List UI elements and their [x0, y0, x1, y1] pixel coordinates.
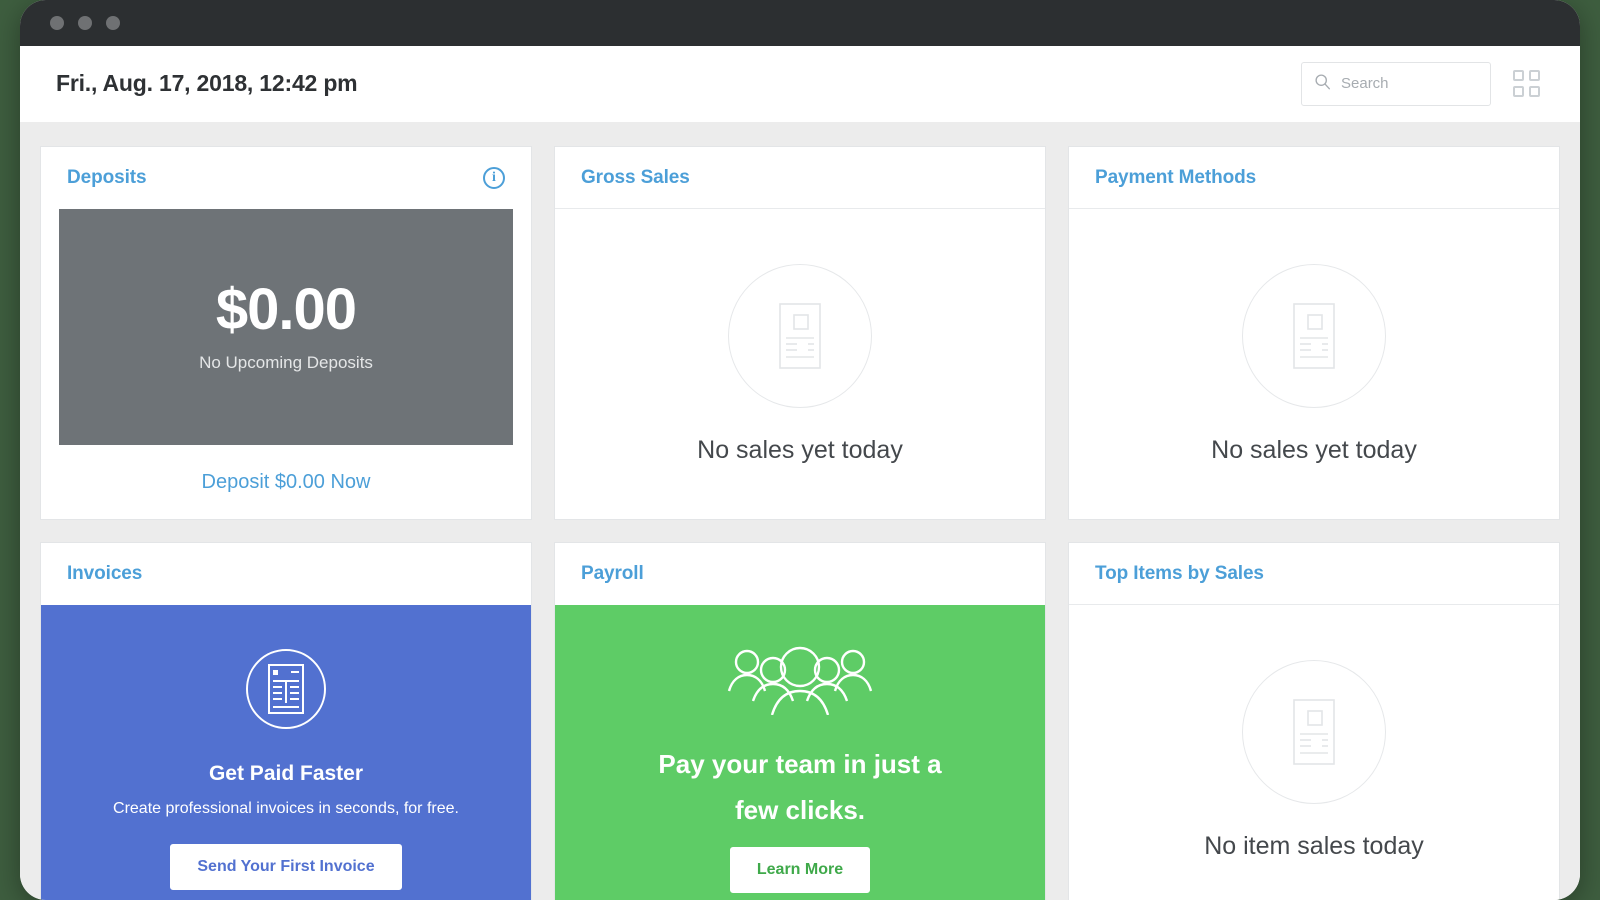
card-title-deposits: Deposits	[67, 167, 146, 189]
empty-state-text: No sales yet today	[1211, 436, 1417, 465]
window-titlebar	[20, 0, 1580, 46]
current-datetime: Fri., Aug. 17, 2018, 12:42 pm	[56, 70, 357, 97]
card-payment-methods: Payment Methods	[1068, 146, 1560, 520]
app-header: Fri., Aug. 17, 2018, 12:42 pm	[20, 46, 1580, 122]
search-box[interactable]	[1301, 62, 1491, 106]
deposit-footer: Deposit $0.00 Now	[41, 445, 531, 519]
search-input[interactable]	[1341, 75, 1478, 92]
invoices-promo-subtitle: Create professional invoices in seconds,…	[113, 800, 459, 818]
invoices-promo: Get Paid Faster Create professional invo…	[41, 605, 531, 900]
empty-state-text: No item sales today	[1204, 832, 1424, 861]
card-title-top-items: Top Items by Sales	[1095, 563, 1264, 585]
card-payroll: Payroll	[554, 542, 1046, 900]
search-icon	[1314, 73, 1331, 95]
grid-cell	[1513, 86, 1524, 97]
card-invoices: Invoices	[40, 542, 532, 900]
receipt-document-icon	[728, 264, 872, 408]
dashboard-grid: Deposits i $0.00 No Upcoming Deposits De…	[20, 122, 1580, 900]
payroll-promo-title: Pay your team in just a few clicks.	[640, 742, 960, 833]
empty-state-text: No sales yet today	[697, 436, 903, 465]
card-top-items-by-sales: Top Items by Sales	[1068, 542, 1560, 900]
invoices-promo-title: Get Paid Faster	[209, 762, 363, 786]
grid-cell	[1529, 70, 1540, 81]
card-body: No sales yet today	[1069, 209, 1559, 519]
card-title-payroll: Payroll	[581, 563, 644, 585]
receipt-document-icon	[1242, 660, 1386, 804]
card-title-invoices: Invoices	[67, 563, 142, 585]
card-header: Invoices	[41, 543, 531, 605]
send-first-invoice-button[interactable]: Send Your First Invoice	[170, 844, 401, 890]
window-close-button[interactable]	[50, 16, 64, 30]
card-title-gross-sales: Gross Sales	[581, 167, 690, 189]
grid-cell	[1513, 70, 1524, 81]
payroll-learn-more-button[interactable]: Learn More	[730, 847, 870, 893]
card-body: No sales yet today	[555, 209, 1045, 519]
card-body: No item sales today	[1069, 605, 1559, 900]
card-header: Payment Methods	[1069, 147, 1559, 209]
invoice-document-icon	[240, 643, 332, 740]
deposit-subtitle: No Upcoming Deposits	[199, 353, 373, 373]
info-icon[interactable]: i	[483, 167, 505, 189]
deposit-amount: $0.00	[216, 281, 356, 339]
grid-apps-icon[interactable]	[1513, 70, 1540, 97]
card-header: Deposits i	[41, 147, 531, 209]
receipt-document-icon	[1242, 264, 1386, 408]
app-window: Fri., Aug. 17, 2018, 12:42 pm	[20, 0, 1580, 900]
card-header: Payroll	[555, 543, 1045, 605]
card-header: Top Items by Sales	[1069, 543, 1559, 605]
team-people-icon	[720, 643, 880, 720]
desktop-background: Fri., Aug. 17, 2018, 12:42 pm	[0, 0, 1600, 900]
deposit-now-link[interactable]: Deposit $0.00 Now	[202, 471, 371, 494]
header-actions	[1301, 62, 1540, 106]
grid-cell	[1529, 86, 1540, 97]
card-gross-sales: Gross Sales	[554, 146, 1046, 520]
card-header: Gross Sales	[555, 147, 1045, 209]
payroll-promo: Pay your team in just a few clicks. Lear…	[555, 605, 1045, 900]
card-title-payment-methods: Payment Methods	[1095, 167, 1256, 189]
card-deposits: Deposits i $0.00 No Upcoming Deposits De…	[40, 146, 532, 520]
deposit-amount-panel: $0.00 No Upcoming Deposits	[59, 209, 513, 445]
window-maximize-button[interactable]	[106, 16, 120, 30]
window-minimize-button[interactable]	[78, 16, 92, 30]
